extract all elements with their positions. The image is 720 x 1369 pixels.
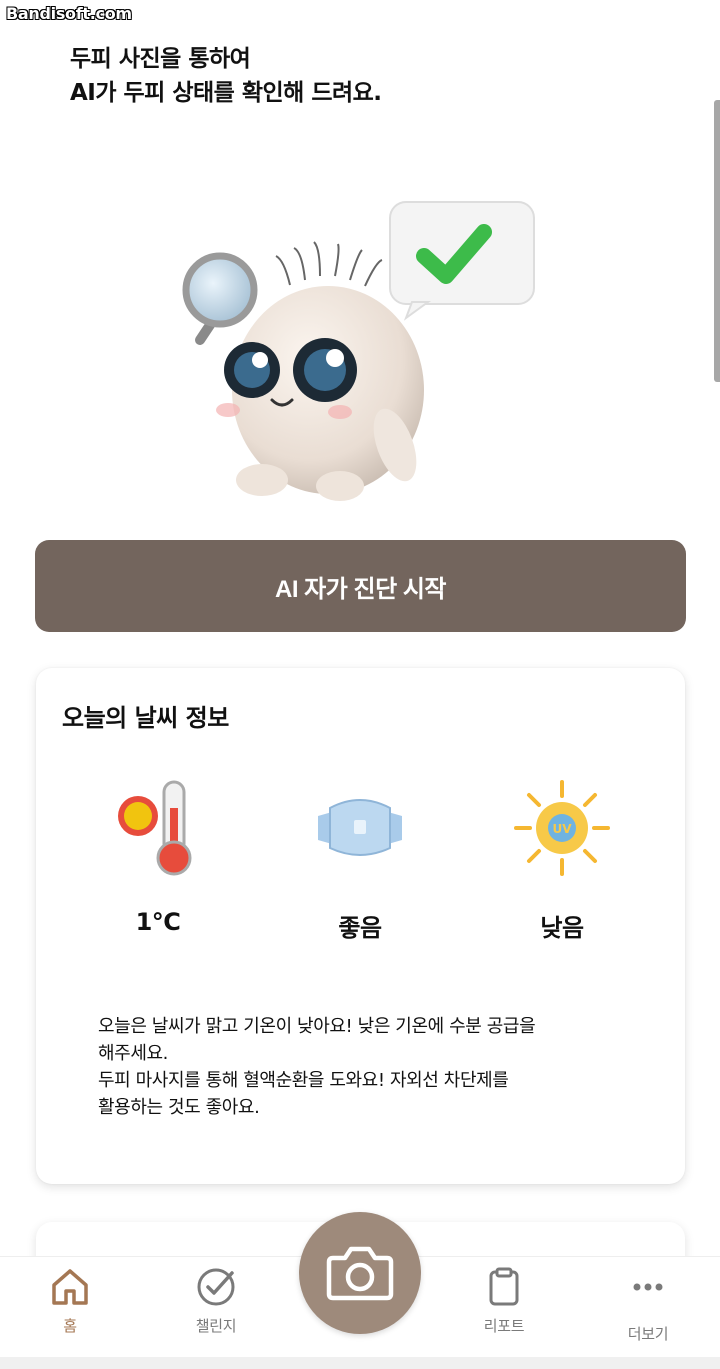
nav-challenge[interactable]: 챌린지 [166, 1257, 266, 1358]
thermometer-sun-icon [118, 780, 192, 876]
header-line-2: AI가 두피 상태를 확인해 드려요. [70, 80, 382, 106]
header-line-1: 두피 사진을 통하여 [70, 46, 251, 72]
system-bar [0, 1357, 720, 1369]
scalp-mascot-illustration [180, 190, 550, 520]
weather-advice-line: 오늘은 날씨가 맑고 기온이 낮아요! 낮은 기온에 수분 공급을 [98, 1016, 536, 1037]
ai-self-diagnosis-button[interactable]: AI 자가 진단 시작 [35, 540, 686, 632]
camera-button[interactable] [299, 1212, 421, 1334]
air-quality-value: 좋음 [338, 914, 382, 942]
weather-advice-line: 활용하는 것도 좋아요. [98, 1097, 260, 1118]
camera-icon [326, 1246, 394, 1301]
weather-card: 오늘의 날씨 정보 1°C 좋음 UV 낮음 오늘은 날씨가 맑고 기온이 낮아… [36, 668, 685, 1184]
nav-more[interactable]: 더보기 [598, 1257, 698, 1358]
page-header: 두피 사진을 통하여 AI가 두피 상태를 확인해 드려요. [70, 42, 382, 110]
weather-advice: 오늘은 날씨가 맑고 기온이 낮아요! 낮은 기온에 수분 공급을 해주세요. … [98, 1013, 638, 1121]
clipboard-icon [489, 1267, 519, 1306]
weather-temperature: 1°C [88, 778, 228, 936]
scroll-indicator[interactable] [714, 100, 720, 382]
nav-more-label: 더보기 [627, 1325, 669, 1343]
nav-home-label: 홈 [63, 1317, 77, 1335]
check-circle-icon [197, 1268, 235, 1306]
nav-home[interactable]: 홈 [20, 1257, 120, 1358]
weather-advice-line: 두피 마사지를 통해 혈액순환을 도와요! 자외선 차단제를 [98, 1070, 509, 1091]
weather-advice-line: 해주세요. [98, 1043, 168, 1064]
nav-challenge-label: 챌린지 [195, 1317, 237, 1335]
uv-sun-icon: UV [514, 780, 610, 876]
svg-text:UV: UV [552, 822, 572, 836]
nav-report[interactable]: 리포트 [454, 1257, 554, 1358]
weather-uv: UV 낮음 [492, 778, 632, 943]
home-icon [52, 1269, 88, 1305]
nav-report-label: 리포트 [483, 1317, 525, 1335]
mask-icon [318, 799, 402, 856]
temperature-value: 1°C [135, 908, 181, 936]
uv-value: 낮음 [540, 914, 584, 942]
weather-air-quality: 좋음 [290, 778, 430, 943]
weather-title: 오늘의 날씨 정보 [62, 704, 229, 732]
more-dots-icon [633, 1283, 663, 1291]
watermark: Bandisoft.com [6, 4, 132, 23]
